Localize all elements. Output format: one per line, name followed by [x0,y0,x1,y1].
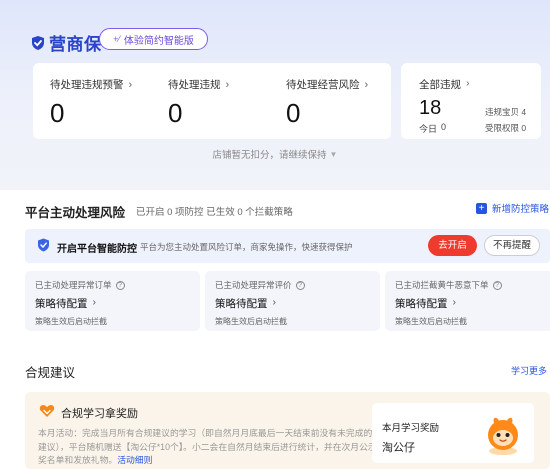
shop-score-note[interactable]: 店铺暂无扣分，请继续保持 ▼ [0,147,550,161]
chevron-down-icon: ▼ [329,150,338,159]
stat-pending-business-risk[interactable]: 待处理经营风险 › 0 [286,77,368,129]
plus-icon: + [476,202,487,214]
risk-card-note: 策略生效后启动拦截 [35,317,107,326]
platform-section-subtitle: 已开启 0 项防控 已生效 0 个拦截策略 [136,207,293,218]
monthly-reward-label: 本月学习奖励 [382,423,440,434]
add-policy-button[interactable]: + 新增防控策略 [476,201,549,215]
trial-button-label: 体验简约智能版 [123,35,194,47]
learn-more-link[interactable]: 学习更多 [511,364,547,377]
reward-description-text: 本月活动：完成当月所有合规建议的学习（即自然月月底最后一天结束前没有未完成的学习… [38,428,390,465]
stat-label: 待处理违规 [168,79,221,91]
risk-card-note: 策略生效后启动拦截 [395,317,467,326]
monthly-reward-prize: 淘公仔 [382,442,415,454]
stat-value: 0 [168,98,183,128]
violation-goods-value: 4 [521,107,527,117]
configure-policy-link[interactable]: 策略待配置 › [215,296,276,311]
chevron-right-icon: › [225,78,230,91]
all-violations-label: 全部违规 [419,79,461,91]
chevron-right-icon: › [466,77,470,89]
smart-protection-banner: 开启平台智能防控 平台为您主动处置风险订单，商家免操作，快速获得保护 去开启 不… [25,229,550,263]
add-policy-label: 新增防控策略 [492,204,550,215]
risk-card-status: 策略待配置 [215,298,268,310]
risk-summary-card: 营商保 +⁄ 体验简约智能版 待处理违规预警 › 0 待处理违规 › 0 待处理经营… [0,0,550,190]
monthly-reward-box: 本月学习奖励 淘公仔 [372,403,534,463]
violation-goods-label: 违规宝贝 [485,107,520,117]
stat-pending-warnings[interactable]: 待处理违规预警 › 0 [50,77,132,129]
chevron-right-icon: › [272,296,277,308]
protection-description: 平台为您主动处置风险订单，商家免操作，快速获得保护 [140,242,353,252]
risk-card-note: 策略生效后启动拦截 [215,317,287,326]
restricted-label: 受限权限 [485,123,520,133]
today-count: 今日 0 [419,122,446,135]
all-violations-value: 18 [419,97,442,119]
configure-policy-link[interactable]: 策略待配置 › [35,296,96,311]
help-icon[interactable]: ? [115,280,125,290]
chevron-right-icon: › [92,296,97,308]
enable-protection-button[interactable]: 去开启 [428,235,477,256]
brand-name: 营商保 [49,35,102,54]
risk-card-title: 已主动处理异常评价 [215,280,292,290]
taobao-mascot-icon [480,411,526,457]
help-icon[interactable]: ? [492,280,502,290]
risk-card-title: 已主动处理异常订单 [35,280,112,290]
stat-value: 0 [50,98,65,128]
today-value: 0 [441,122,447,132]
reward-description: 本月活动：完成当月所有合规建议的学习（即自然月月底最后一天结束前没有未完成的学习… [38,427,393,468]
compliance-section-title: 合规建议 [25,366,76,380]
chevron-right-icon: › [128,78,133,91]
stat-pending-violations[interactable]: 待处理违规 › 0 [168,77,229,129]
sparkle-icon: +⁄ [113,34,120,44]
risk-card-status: 策略待配置 [395,298,448,310]
pending-stats-panel: 待处理违规预警 › 0 待处理违规 › 0 待处理经营风险 › 0 [33,63,391,139]
risk-card-abnormal-orders: 已主动处理异常订单 ? 策略待配置 › 策略生效后启动拦截 [25,271,200,331]
risk-card-status: 策略待配置 [35,298,88,310]
shield-icon [37,238,50,252]
restricted-value: 0 [521,123,527,133]
restricted-permissions-count[interactable]: 受限权限 0 [485,122,526,134]
today-label: 今日 [419,124,438,134]
reward-title: 合规学习拿奖励 [61,408,138,420]
protection-title: 开启平台智能防控 [57,244,137,255]
stat-label: 待处理违规预警 [50,79,124,91]
stat-value: 0 [286,98,301,128]
shield-check-icon [30,35,46,51]
configure-policy-link[interactable]: 策略待配置 › [395,296,456,311]
risk-card-scalper-orders: 已主动拦截黄牛恶意下单 ? 策略待配置 › 策略生效后启动拦截 [385,271,550,331]
shop-note-text: 店铺暂无扣分，请继续保持 [212,150,327,161]
risk-card-abnormal-reviews: 已主动处理异常评价 ? 策略待配置 › 策略生效后启动拦截 [205,271,380,331]
dismiss-reminder-button[interactable]: 不再提醒 [484,235,540,256]
heart-icon [39,404,55,418]
stat-label: 待处理经营风险 [286,79,360,91]
brand-logo: 营商保 [30,30,102,55]
help-icon[interactable]: ? [295,280,305,290]
platform-section-title: 平台主动处理风险 [25,206,126,220]
chevron-right-icon: › [452,296,457,308]
all-violations-link[interactable]: 全部违规 › [419,77,470,92]
activity-rules-link[interactable]: 活动细则 [117,455,152,465]
all-violations-panel: 全部违规 › 18 今日 0 违规宝贝 4 受限权限 0 [401,63,541,139]
risk-card-title: 已主动拦截黄牛恶意下单 [395,280,489,290]
violation-goods-count[interactable]: 违规宝贝 4 [485,106,526,118]
chevron-right-icon: › [364,78,369,91]
trial-smart-version-button[interactable]: +⁄ 体验简约智能版 [99,28,208,50]
